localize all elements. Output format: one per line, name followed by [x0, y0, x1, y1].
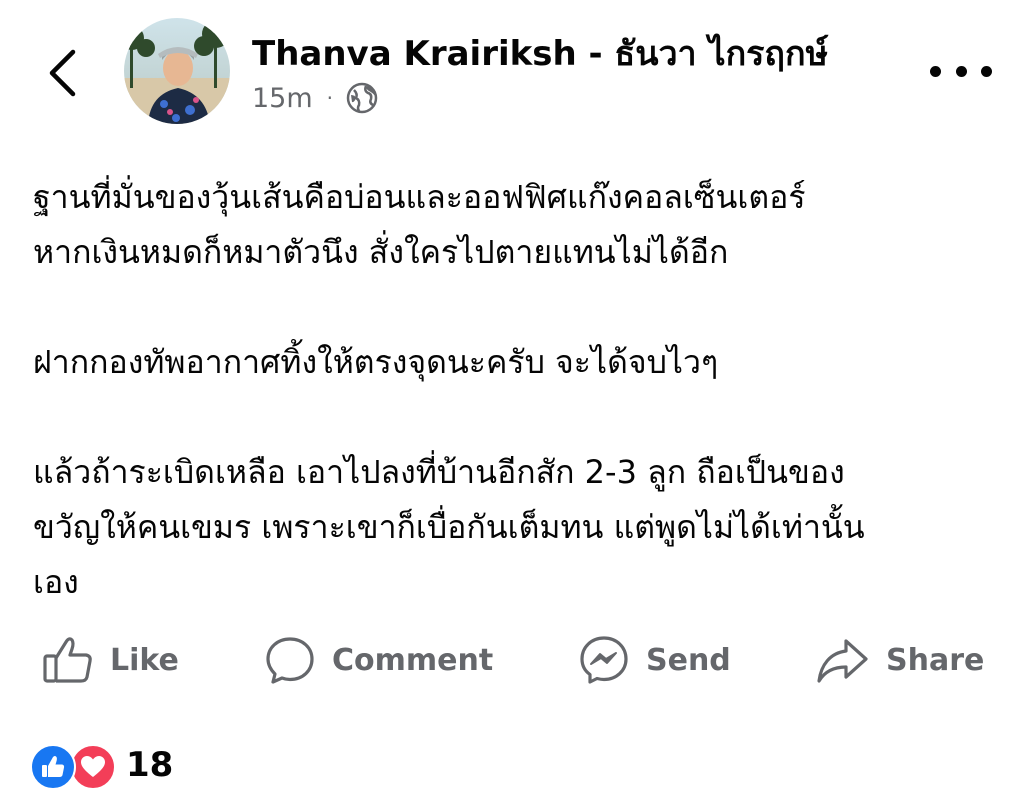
post-paragraph: แล้วถ้าระเบิดเหลือ เอาไปลงที่บ้านอีกสัก … [33, 445, 1003, 610]
more-dot [981, 65, 992, 77]
thumbs-up-icon [43, 637, 92, 683]
send-button[interactable]: Send [578, 630, 731, 690]
send-label: Send [646, 642, 731, 678]
like-reaction-icon [30, 744, 76, 790]
post-line: ฐานที่มั่นของวุ้นเส้นคือบ่อนและออฟฟิศแก๊… [33, 178, 806, 216]
more-options-button[interactable] [930, 56, 992, 86]
like-label: Like [110, 642, 179, 678]
meta-separator: · [326, 86, 334, 110]
post-paragraph: ฝากกองทัพอากาศทิ้งให้ตรงจุดนะครับ จะได้จ… [33, 335, 1003, 390]
reactions-summary[interactable]: 18 [30, 740, 173, 790]
post-line: แล้วถ้าระเบิดเหลือ เอาไปลงที่บ้านอีกสัก … [33, 453, 845, 491]
share-label: Share [886, 642, 985, 678]
post-paragraph: ฐานที่มั่นของวุ้นเส้นคือบ่อนและออฟฟิศแก๊… [33, 170, 1003, 280]
post-line: ขวัญให้คนเขมร เพราะเขาก็เบื่อกันเต็มทน แ… [33, 508, 865, 546]
post-screen: Thanva Krairiksh - ธันวา ไกรฤกษ์ 15m · ฐ… [0, 0, 1024, 812]
more-dot [930, 65, 941, 77]
comment-label: Comment [332, 642, 494, 678]
messenger-icon [580, 636, 628, 684]
reaction-icons [30, 742, 120, 790]
post-timestamp[interactable]: 15m [252, 83, 313, 114]
more-dot [955, 65, 967, 77]
post-line: หากเงินหมดก็หมาตัวนึง สั่งใครไปตายแทนไม่… [33, 233, 729, 271]
chevron-left-icon [49, 49, 76, 97]
like-button[interactable]: Like [42, 630, 179, 690]
globe-icon[interactable] [345, 81, 379, 115]
love-reaction-icon [70, 744, 116, 790]
post-meta: 15m · [252, 78, 379, 118]
post-line: เอง [33, 563, 79, 601]
author-name[interactable]: Thanva Krairiksh - ธันวา ไกรฤกษ์ [252, 26, 828, 80]
avatar[interactable] [124, 18, 230, 124]
back-button[interactable] [40, 48, 84, 98]
share-button[interactable]: Share [816, 630, 984, 690]
share-icon [817, 639, 868, 683]
comment-button[interactable]: Comment [264, 630, 493, 690]
post-line: ฝากกองทัพอากาศทิ้งให้ตรงจุดนะครับ จะได้จ… [33, 343, 719, 381]
post-text: ฐานที่มั่นของวุ้นเส้นคือบ่อนและออฟฟิศแก๊… [33, 170, 1003, 610]
comment-icon [266, 637, 314, 684]
reaction-count: 18 [126, 745, 174, 785]
